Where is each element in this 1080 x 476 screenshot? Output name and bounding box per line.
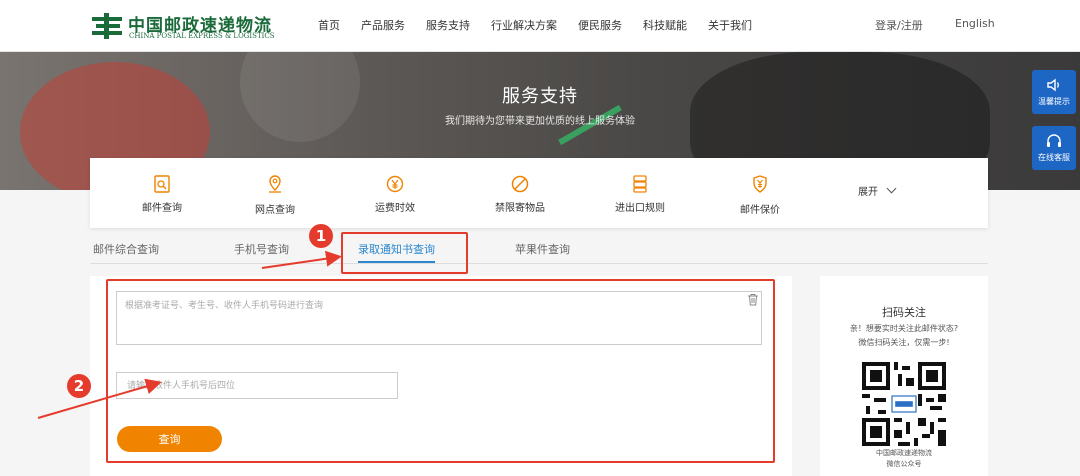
qr-caption-line: 微信公众号 <box>886 460 922 468</box>
nav-about[interactable]: 关于我们 <box>708 17 752 33</box>
nav-support[interactable]: 服务支持 <box>426 17 470 33</box>
service-shortcuts-bar: 邮件查询 网点查询 运费时效 禁限寄物品 进出口规则 邮件保价 展开 <box>90 158 988 228</box>
nav-convenience[interactable]: 便民服务 <box>578 17 622 33</box>
annotation-marker-2: 2 <box>67 374 91 398</box>
logo-english-name: CHINA POSTAL EXPRESS & LOGISTICS <box>129 32 275 40</box>
tab-comprehensive-query[interactable]: 邮件综合查询 <box>93 241 159 257</box>
side-button-online-service-label: 在线客服 <box>1038 153 1070 162</box>
service-mail-query[interactable]: 邮件查询 <box>107 158 217 228</box>
annotation-highlight-form <box>106 279 775 463</box>
language-english-link[interactable]: English <box>955 17 995 30</box>
yen-clock-icon <box>386 175 404 193</box>
chevron-down-icon <box>886 183 897 194</box>
tab-phone-query[interactable]: 手机号查询 <box>234 241 289 257</box>
query-tabs: 邮件综合查询 手机号查询 录取通知书查询 苹果件查询 <box>90 240 988 264</box>
mail-search-icon <box>154 175 170 193</box>
china-post-logo[interactable]: 中国邮政速递物流 CHINA POSTAL EXPRESS & LOGISTIC… <box>90 9 280 45</box>
expand-label: 展开 <box>858 187 878 198</box>
nav-technology[interactable]: 科技赋能 <box>643 17 687 33</box>
speaker-icon <box>1047 78 1059 92</box>
nav-solutions[interactable]: 行业解决方案 <box>491 17 557 33</box>
annotation-highlight-tab <box>341 232 468 274</box>
headset-icon <box>1047 134 1061 147</box>
annotation-marker-1: 1 <box>309 224 333 248</box>
prohibited-icon <box>511 175 529 193</box>
side-button-tips-label: 温馨提示 <box>1038 97 1070 106</box>
nav-products[interactable]: 产品服务 <box>361 17 405 33</box>
yen-shield-icon <box>753 175 767 193</box>
qr-caption-line: 中国邮政速递物流 <box>876 449 932 457</box>
side-button-online-service[interactable]: 在线客服 <box>1032 126 1076 170</box>
service-prohibited-items[interactable]: 禁限寄物品 <box>465 158 575 228</box>
tab-apple-shipment-query[interactable]: 苹果件查询 <box>515 241 570 257</box>
service-import-export-rules[interactable]: 进出口规则 <box>585 158 695 228</box>
qr-follow-panel: 扫码关注 亲！想要实时关注此邮件状态? 微信扫码关注，仅需一步! 中国邮政速递物… <box>820 276 988 476</box>
services-expand-toggle[interactable]: 展开 <box>858 183 897 198</box>
login-register-link[interactable]: 登录/注册 <box>875 17 923 33</box>
banner-subtitle: 我们期待为您带来更加优质的线上服务体验 <box>445 116 635 127</box>
qr-caption: 中国邮政速递物流 微信公众号 <box>820 448 988 470</box>
site-header: 中国邮政速递物流 CHINA POSTAL EXPRESS & LOGISTIC… <box>0 0 1080 52</box>
service-label: 邮件保价 <box>740 205 780 216</box>
service-insured-mail[interactable]: 邮件保价 <box>705 158 815 228</box>
rules-icon <box>633 175 647 193</box>
service-label: 进出口规则 <box>615 203 665 214</box>
qr-description: 亲！想要实时关注此邮件状态? 微信扫码关注，仅需一步! <box>820 322 988 350</box>
location-pin-icon <box>269 175 281 193</box>
service-label: 运费时效 <box>375 203 415 214</box>
service-label: 邮件查询 <box>142 203 182 214</box>
qr-desc-line: 亲！想要实时关注此邮件状态? <box>849 324 959 333</box>
side-button-tips[interactable]: 温馨提示 <box>1032 70 1076 114</box>
wechat-qr-code-icon <box>862 362 946 446</box>
service-outlet-query[interactable]: 网点查询 <box>220 158 330 228</box>
service-label: 禁限寄物品 <box>495 203 545 214</box>
china-post-logo-icon <box>92 13 122 39</box>
qr-desc-line: 微信扫码关注，仅需一步! <box>858 338 950 347</box>
service-label: 网点查询 <box>255 205 295 216</box>
service-freight-time[interactable]: 运费时效 <box>340 158 450 228</box>
qr-title: 扫码关注 <box>882 306 926 319</box>
banner-title: 服务支持 <box>502 86 578 107</box>
nav-home[interactable]: 首页 <box>318 17 340 33</box>
main-nav: 首页 产品服务 服务支持 行业解决方案 便民服务 科技赋能 关于我们 <box>318 17 773 33</box>
